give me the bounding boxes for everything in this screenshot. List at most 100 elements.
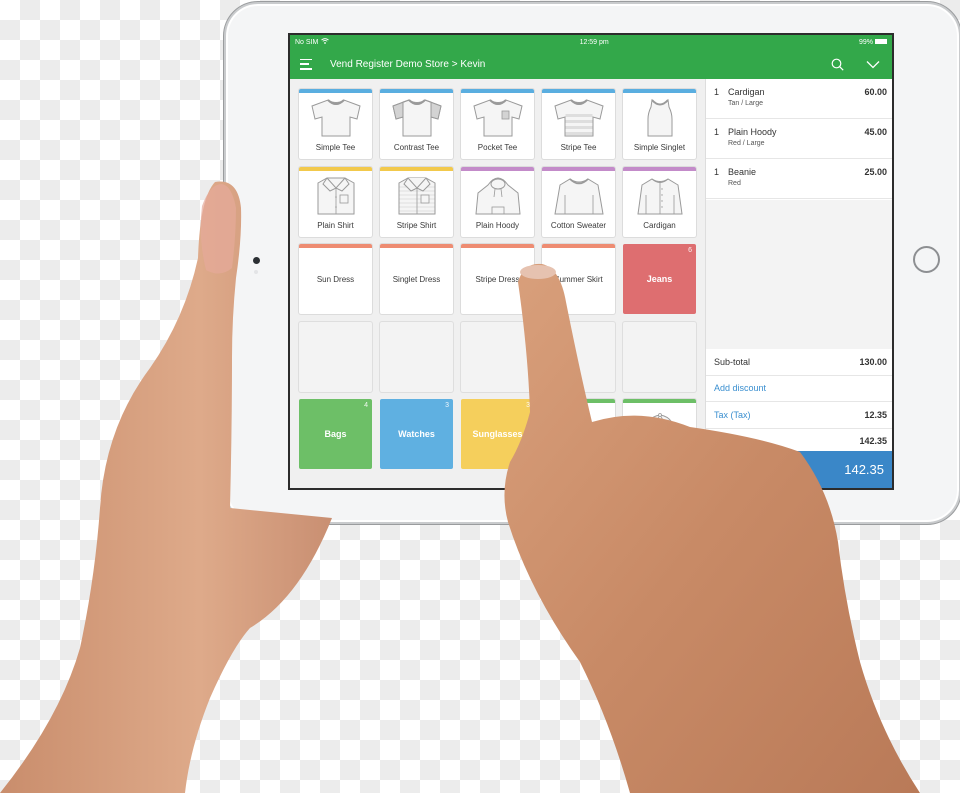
item-name: Cardigan xyxy=(728,87,765,97)
pocket-tshirt-icon xyxy=(470,95,526,137)
product-label: Cotton Sweater xyxy=(550,220,607,230)
pos-screen: No SIM 12:59 pm 99% Vend Register Demo S… xyxy=(288,33,894,490)
item-price: 60.00 xyxy=(864,87,887,97)
sale-line-item[interactable]: 1 Beanie Red 25.00 xyxy=(706,159,892,199)
product-tile-cardigan[interactable]: Cardigan xyxy=(623,166,696,237)
product-label: Watches xyxy=(398,429,435,439)
product-tile-stripe-tee[interactable]: Stripe Tee xyxy=(542,89,615,159)
item-quantity: 1 xyxy=(714,87,720,97)
carrier-label: No SIM xyxy=(295,38,319,46)
empty-slot xyxy=(542,321,615,392)
product-tile-simple-singlet[interactable]: Simple Singlet xyxy=(623,89,696,159)
category-bar xyxy=(299,244,372,248)
product-group-jeans[interactable]: 6 Jeans xyxy=(623,244,696,314)
variant-count: 4 xyxy=(364,402,368,409)
product-tile-plain-hoody[interactable]: Plain Hoody xyxy=(461,166,534,237)
item-variant: Tan / Large xyxy=(728,100,764,107)
sale-line-item[interactable]: 1 Plain Hoody Red / Large 45.00 xyxy=(706,119,892,159)
wifi-icon xyxy=(321,38,330,46)
cap-icon xyxy=(632,405,688,447)
category-bar xyxy=(542,244,615,248)
add-discount-link[interactable]: Add discount xyxy=(714,383,766,393)
product-tile-accessory[interactable] xyxy=(542,399,615,469)
search-icon[interactable] xyxy=(831,58,844,71)
subtotal-row: Sub-total 130.00 xyxy=(706,349,892,376)
category-bar xyxy=(299,89,372,93)
total-value: 142.35 xyxy=(859,436,887,447)
product-group-watches[interactable]: 3 Watches xyxy=(380,399,453,469)
product-label: Simple Tee xyxy=(315,143,356,152)
variant-count: 3 xyxy=(526,402,530,409)
front-camera xyxy=(253,257,260,264)
category-bar xyxy=(542,166,615,171)
product-tile-stripe-dress[interactable]: Stripe Dress xyxy=(461,244,534,314)
pay-amount: 142.35 xyxy=(844,462,884,477)
product-label: Stripe Shirt xyxy=(396,220,437,230)
product-tile-singlet-dress[interactable]: Singlet Dress xyxy=(380,244,453,314)
product-tile-cotton-sweater[interactable]: Cotton Sweater xyxy=(542,166,615,237)
stripe-tshirt-icon xyxy=(551,95,607,137)
product-label: Plain Shirt xyxy=(317,220,354,230)
home-button[interactable] xyxy=(913,246,940,273)
category-bar xyxy=(299,166,372,171)
category-bar xyxy=(623,89,696,93)
product-tile-cap[interactable] xyxy=(623,399,696,469)
product-tile-sun-dress[interactable]: Sun Dress xyxy=(299,244,372,314)
product-label: Stripe Tee xyxy=(560,143,597,152)
hoody-icon xyxy=(470,173,526,215)
product-label: Bags xyxy=(324,429,347,439)
variant-count: 3 xyxy=(445,402,449,409)
item-price: 45.00 xyxy=(864,127,887,137)
tax-link[interactable]: Tax (Tax) xyxy=(714,410,751,420)
product-grid: Simple Tee Contrast Tee Pocket Tee Strip… xyxy=(299,89,705,469)
category-bar xyxy=(380,89,453,93)
item-quantity: 1 xyxy=(714,167,720,177)
sweater-icon xyxy=(551,173,607,215)
item-name: Beanie xyxy=(728,167,757,177)
category-bar xyxy=(623,166,696,171)
product-tile-summer-skirt[interactable]: Summer Skirt xyxy=(542,244,615,314)
total-label: Total xyxy=(714,436,734,447)
product-tile-stripe-shirt[interactable]: Stripe Shirt xyxy=(380,166,453,237)
pay-button[interactable]: 142.35 xyxy=(706,451,892,488)
category-bar xyxy=(461,244,534,248)
sale-panel: 1 Cardigan Tan / Large 60.00 1 Plain Hoo… xyxy=(705,79,892,488)
product-tile-pocket-tee[interactable]: Pocket Tee xyxy=(461,89,534,159)
item-variant: Red xyxy=(728,180,741,187)
product-group-sunglasses[interactable]: 3 Sunglasses xyxy=(461,399,534,469)
category-bar xyxy=(461,166,534,171)
sale-totals: Sub-total 130.00 Add discount Tax (Tax) … xyxy=(706,349,892,455)
category-bar xyxy=(542,399,615,403)
battery-label: 99% xyxy=(858,38,873,46)
chevron-down-icon[interactable] xyxy=(866,60,880,69)
item-price: 25.00 xyxy=(864,167,887,177)
product-tile-plain-shirt[interactable]: Plain Shirt xyxy=(299,166,372,237)
item-quantity: 1 xyxy=(714,127,720,137)
item-variant: Red / Large xyxy=(728,140,765,147)
contrast-tshirt-icon xyxy=(389,95,445,137)
category-bar xyxy=(542,89,615,93)
sale-line-item[interactable]: 1 Cardigan Tan / Large 60.00 xyxy=(706,79,892,119)
nav-bar: Vend Register Demo Store > Kevin xyxy=(290,49,892,79)
category-bar xyxy=(623,399,696,403)
product-label: Sun Dress xyxy=(316,274,355,284)
discount-row: Add discount xyxy=(706,376,892,402)
product-label: Pocket Tee xyxy=(477,143,518,152)
register-content: Simple Tee Contrast Tee Pocket Tee Strip… xyxy=(290,79,892,488)
battery-status: 99% xyxy=(859,39,887,46)
category-bar xyxy=(461,89,534,93)
battery-icon xyxy=(874,39,887,45)
product-label: Cardigan xyxy=(643,220,676,230)
empty-slot xyxy=(461,321,534,392)
status-bar: No SIM 12:59 pm 99% xyxy=(290,35,892,49)
category-bar xyxy=(380,244,453,248)
tax-row: Tax (Tax) 12.35 xyxy=(706,402,892,429)
subtotal-label: Sub-total xyxy=(714,356,751,367)
product-group-bags[interactable]: 4 Bags xyxy=(299,399,372,469)
product-grid-area: Simple Tee Contrast Tee Pocket Tee Strip… xyxy=(290,79,705,488)
tshirt-icon xyxy=(308,95,364,137)
hamburger-menu-icon[interactable] xyxy=(300,58,312,70)
product-tile-simple-tee[interactable]: Simple Tee xyxy=(299,89,372,159)
empty-slot xyxy=(623,321,696,392)
product-tile-contrast-tee[interactable]: Contrast Tee xyxy=(380,89,453,159)
